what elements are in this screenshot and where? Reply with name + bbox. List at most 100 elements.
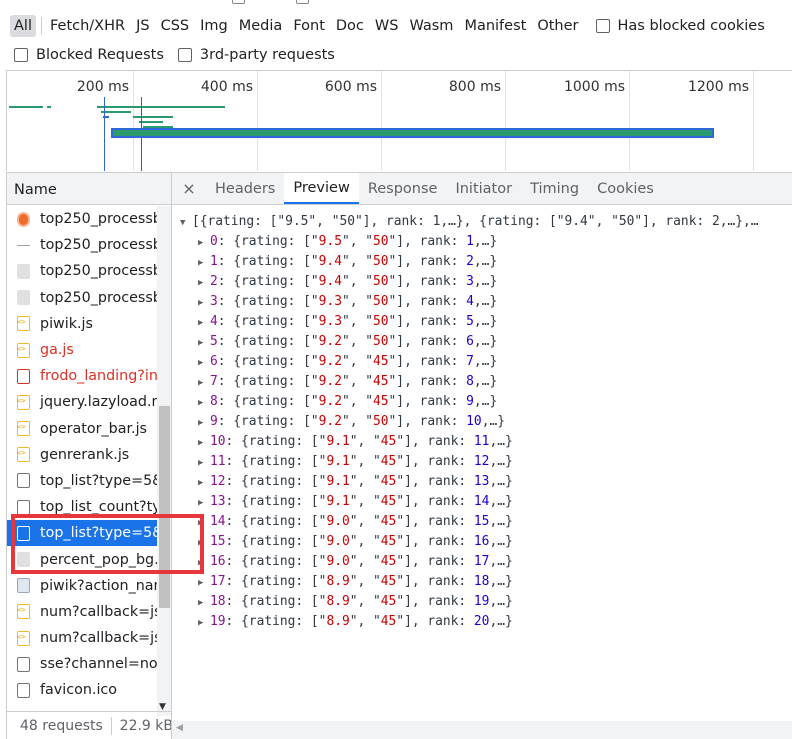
- expand-triangle-icon[interactable]: ▶: [198, 593, 210, 613]
- request-row[interactable]: piwik?action_name=: [7, 573, 157, 599]
- request-list-scrollbar[interactable]: ▼: [157, 206, 171, 716]
- json-item-row[interactable]: ▶ 13: {rating: ["9.1", "45"], rank: 14,…}: [198, 492, 513, 512]
- filter-manifest[interactable]: Manifest: [460, 15, 530, 37]
- expand-triangle-icon[interactable]: ▶: [198, 353, 210, 373]
- json-item-row[interactable]: ▶ 3: {rating: ["9.3", "50"], rank: 4,…}: [198, 292, 497, 312]
- request-row[interactable]: top250_processbar: [7, 285, 157, 311]
- json-item-row[interactable]: ▶ 9: {rating: ["9.2", "50"], rank: 10,…}: [198, 412, 505, 432]
- request-row[interactable]: percent_pop_bg.gif: [7, 546, 157, 572]
- request-row-selected[interactable]: top_list?type=5&: [7, 520, 157, 547]
- expand-triangle-icon[interactable]: ▶: [198, 573, 210, 593]
- expand-triangle-icon[interactable]: ▶: [198, 333, 210, 353]
- name-column-header[interactable]: Name: [7, 172, 171, 205]
- filter-all[interactable]: All: [10, 15, 36, 37]
- expand-triangle-icon[interactable]: ▶: [198, 393, 210, 413]
- filter-ws[interactable]: WS: [371, 15, 403, 37]
- request-row[interactable]: operator_bar.js: [7, 416, 157, 442]
- checkbox-partial[interactable]: [296, 0, 309, 4]
- expand-triangle-icon[interactable]: ▶: [198, 493, 210, 513]
- json-preview[interactable]: ▼ [{rating: ["9.5", "50"], rank: 1,…}, {r…: [172, 206, 792, 716]
- expand-triangle-icon[interactable]: ▶: [198, 433, 210, 453]
- filter-img[interactable]: Img: [196, 15, 232, 37]
- request-row[interactable]: top250_processbar: [7, 232, 157, 258]
- filter-wasm[interactable]: Wasm: [405, 15, 457, 37]
- request-row[interactable]: ga.js: [7, 337, 157, 363]
- request-row[interactable]: top250_processbar: [7, 206, 157, 232]
- tab-initiator[interactable]: Initiator: [446, 173, 521, 204]
- expand-triangle-icon[interactable]: ▶: [198, 233, 210, 253]
- json-item-row[interactable]: ▶ 16: {rating: ["9.0", "45"], rank: 17,…}: [198, 552, 513, 572]
- expand-triangle-icon[interactable]: ▶: [198, 473, 210, 493]
- json-item-row[interactable]: ▶ 10: {rating: ["9.1", "45"], rank: 11,…}: [198, 432, 513, 452]
- json-item-row[interactable]: ▶ 0: {rating: ["9.5", "50"], rank: 1,…}: [198, 232, 497, 252]
- json-item-row[interactable]: ▶ 1: {rating: ["9.4", "50"], rank: 2,…}: [198, 252, 497, 272]
- filter-media[interactable]: Media: [235, 15, 287, 37]
- expand-triangle-icon[interactable]: ▶: [198, 553, 210, 573]
- tab-timing[interactable]: Timing: [521, 173, 588, 204]
- blocked-requests-checkbox[interactable]: Blocked Requests: [14, 47, 164, 63]
- checkbox-box[interactable]: [177, 48, 192, 62]
- json-item-row[interactable]: ▶ 6: {rating: ["9.2", "45"], rank: 7,…}: [198, 352, 497, 372]
- expand-triangle-icon[interactable]: ▶: [198, 533, 210, 553]
- json-item-row[interactable]: ▶ 2: {rating: ["9.4", "50"], rank: 3,…}: [198, 272, 497, 292]
- tab-response[interactable]: Response: [359, 173, 447, 204]
- collapse-triangle-icon[interactable]: ▼: [180, 213, 192, 233]
- json-item-row[interactable]: ▶ 8: {rating: ["9.2", "45"], rank: 9,…}: [198, 392, 497, 412]
- scrollbar-thumb[interactable]: [159, 406, 170, 608]
- third-party-checkbox[interactable]: 3rd-party requests: [177, 47, 335, 63]
- filter-js[interactable]: JS: [132, 15, 153, 37]
- json-item-row[interactable]: ▶ 19: {rating: ["8.9", "45"], rank: 20,…}: [198, 612, 513, 632]
- checkbox-box[interactable]: [595, 19, 610, 33]
- json-item-row[interactable]: ▶ 4: {rating: ["9.3", "50"], rank: 5,…}: [198, 312, 497, 332]
- expand-triangle-icon[interactable]: ▶: [198, 613, 210, 633]
- request-row[interactable]: sse?channel=notify: [7, 651, 157, 677]
- has-blocked-cookies-checkbox[interactable]: Has blocked cookies: [595, 18, 765, 34]
- rank-value: 14: [473, 494, 490, 509]
- request-row[interactable]: piwik.js: [7, 311, 157, 337]
- timeline-overview[interactable]: 200 ms 400 ms 600 ms 800 ms 1000 ms 1200…: [6, 70, 792, 171]
- json-item-row[interactable]: ▶ 12: {rating: ["9.1", "45"], rank: 13,…}: [198, 472, 513, 492]
- request-row[interactable]: jquery.lazyload.min.js: [7, 389, 157, 415]
- request-row[interactable]: num?callback=js: [7, 599, 157, 625]
- filter-other[interactable]: Other: [533, 15, 582, 37]
- rank-value: 12: [473, 454, 490, 469]
- expand-triangle-icon[interactable]: ▶: [198, 293, 210, 313]
- tab-cookies[interactable]: Cookies: [588, 173, 663, 204]
- json-item-row[interactable]: ▶ 7: {rating: ["9.2", "45"], rank: 8,…}: [198, 372, 497, 392]
- expand-triangle-icon[interactable]: ▶: [198, 513, 210, 533]
- json-root-row[interactable]: ▼ [{rating: ["9.5", "50"], rank: 1,…}, {r…: [180, 212, 759, 232]
- request-row[interactable]: top_list_count?type=: [7, 494, 157, 520]
- filter-font[interactable]: Font: [289, 15, 329, 37]
- request-row[interactable]: frodo_landing?include=: [7, 363, 157, 389]
- filter-doc[interactable]: Doc: [332, 15, 368, 37]
- request-row[interactable]: num?callback=js: [7, 625, 157, 651]
- json-item-row[interactable]: ▶ 15: {rating: ["9.0", "45"], rank: 16,…}: [198, 532, 513, 552]
- json-item-row[interactable]: ▶ 11: {rating: ["9.1", "45"], rank: 12,…}: [198, 452, 513, 472]
- request-detail-panel: × Headers Preview Response Initiator Tim…: [172, 172, 792, 739]
- close-icon[interactable]: ×: [172, 173, 206, 204]
- request-row[interactable]: genrerank.js: [7, 442, 157, 468]
- rating-value: 9.2: [318, 374, 342, 389]
- expand-triangle-icon[interactable]: ▶: [198, 453, 210, 473]
- horizontal-scrollbar[interactable]: ◀: [172, 721, 792, 739]
- filter-fetch-xhr[interactable]: Fetch/XHR: [46, 15, 129, 37]
- expand-triangle-icon[interactable]: ▶: [198, 253, 210, 273]
- tab-headers[interactable]: Headers: [206, 173, 284, 204]
- json-item-row[interactable]: ▶ 14: {rating: ["9.0", "45"], rank: 15,…}: [198, 512, 513, 532]
- timeline-bar: [133, 116, 173, 118]
- expand-triangle-icon[interactable]: ▶: [198, 273, 210, 293]
- tab-preview[interactable]: Preview: [284, 173, 359, 204]
- expand-triangle-icon[interactable]: ▶: [198, 313, 210, 333]
- filter-css[interactable]: CSS: [157, 15, 194, 37]
- request-row[interactable]: top250_processbar: [7, 258, 157, 284]
- json-item-row[interactable]: ▶ 5: {rating: ["9.2", "50"], rank: 6,…}: [198, 332, 497, 352]
- request-row[interactable]: favicon.ico: [7, 677, 157, 703]
- checkbox-box[interactable]: [14, 48, 28, 62]
- expand-triangle-icon[interactable]: ▶: [198, 373, 210, 393]
- scroll-left-arrow-icon[interactable]: ◀: [176, 723, 183, 733]
- json-item-row[interactable]: ▶ 17: {rating: ["8.9", "45"], rank: 18,…}: [198, 572, 513, 592]
- request-row[interactable]: top_list?type=5&: [7, 468, 157, 494]
- checkbox-partial[interactable]: [232, 0, 245, 4]
- expand-triangle-icon[interactable]: ▶: [198, 413, 210, 433]
- json-item-row[interactable]: ▶ 18: {rating: ["8.9", "45"], rank: 19,…}: [198, 592, 513, 612]
